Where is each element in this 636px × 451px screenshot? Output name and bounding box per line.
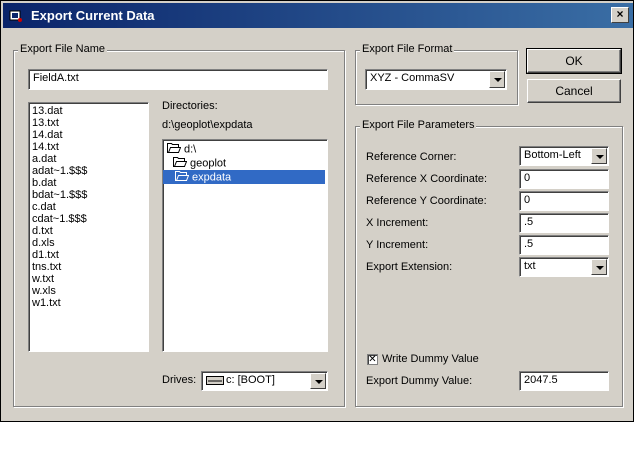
chevron-down-icon[interactable]	[489, 71, 505, 88]
reference-y-label: Reference Y Coordinate:	[366, 195, 487, 207]
directory-list[interactable]: d:\ geoplot expdata	[162, 139, 328, 352]
write-dummy-label[interactable]: Write Dummy Value	[382, 353, 479, 365]
reference-corner-select[interactable]: Bottom-Left	[519, 146, 609, 166]
export-extension-value: txt	[524, 260, 536, 272]
export-dialog: Export Current Data × Export File Name F…	[0, 0, 634, 422]
x-increment-label: X Increment:	[366, 217, 429, 229]
file-name-input[interactable]: FieldA.txt	[28, 69, 328, 90]
file-list-item[interactable]: w.txt	[29, 273, 148, 285]
format-select[interactable]: XYZ - CommaSV	[365, 69, 507, 90]
file-list-item[interactable]: w1.txt	[29, 297, 148, 309]
export-file-format-legend: Export File Format	[360, 43, 455, 55]
export-extension-select[interactable]: txt	[519, 257, 609, 277]
drives-label: Drives:	[162, 374, 197, 386]
file-list-item[interactable]: w.xls	[29, 285, 148, 297]
file-list-item[interactable]: d.txt	[29, 225, 148, 237]
y-increment-label: Y Increment:	[366, 239, 429, 251]
file-list[interactable]: 13.dat 13.txt 14.dat 14.txt a.dat adat~1.$$$ b…	[28, 102, 149, 352]
close-icon: ×	[616, 7, 624, 21]
export-extension-label: Export Extension:	[366, 261, 453, 273]
directory-item-label: d:\	[184, 143, 197, 156]
reference-corner-label: Reference Corner:	[366, 151, 457, 163]
chevron-down-icon[interactable]	[591, 259, 607, 275]
chevron-down-icon[interactable]	[310, 373, 326, 389]
file-list-item[interactable]: a.dat	[29, 153, 148, 165]
file-list-item[interactable]: c.dat	[29, 201, 148, 213]
y-increment-input[interactable]: .5	[519, 235, 609, 255]
close-button[interactable]: ×	[611, 7, 629, 23]
title-bar[interactable]: Export Current Data ×	[3, 3, 633, 28]
x-increment-input[interactable]: .5	[519, 213, 609, 233]
open-folder-icon	[173, 156, 188, 171]
file-list-item[interactable]: 14.dat	[29, 129, 148, 141]
write-dummy-checkbox[interactable]: ✕	[367, 354, 378, 365]
reference-x-label: Reference X Coordinate:	[366, 173, 488, 185]
reference-y-input[interactable]: 0	[519, 191, 609, 211]
app-icon	[9, 9, 23, 23]
directory-item-geoplot[interactable]: geoplot	[173, 156, 226, 170]
drive-icon	[206, 376, 224, 388]
directory-item-root[interactable]: d:\	[167, 142, 196, 156]
file-list-item[interactable]: 13.dat	[29, 105, 148, 117]
file-list-item[interactable]: adat~1.$$$	[29, 165, 148, 177]
drives-value: c: [BOOT]	[226, 374, 275, 386]
directory-item-label: expdata	[192, 171, 232, 184]
format-value: XYZ - CommaSV	[370, 72, 455, 84]
ok-button[interactable]: OK	[526, 48, 622, 74]
export-file-parameters-legend: Export File Parameters	[360, 119, 477, 131]
file-list-item[interactable]: d1.txt	[29, 249, 148, 261]
file-list-item[interactable]: 14.txt	[29, 141, 148, 153]
dummy-value-input[interactable]: 2047.5	[519, 371, 609, 391]
open-folder-icon	[167, 142, 182, 157]
file-list-item[interactable]: b.dat	[29, 177, 148, 189]
export-file-name-legend: Export File Name	[18, 43, 107, 55]
file-list-item[interactable]: tns.txt	[29, 261, 148, 273]
directory-item-expdata[interactable]: expdata	[163, 170, 325, 184]
file-list-item[interactable]: 13.txt	[29, 117, 148, 129]
file-list-item[interactable]: bdat~1.$$$	[29, 189, 148, 201]
directory-item-label: geoplot	[190, 157, 227, 170]
reference-corner-value: Bottom-Left	[524, 149, 581, 161]
chevron-down-icon[interactable]	[591, 148, 607, 164]
dummy-value-label: Export Dummy Value:	[366, 375, 473, 387]
reference-x-input[interactable]: 0	[519, 169, 609, 189]
file-list-item[interactable]: d.xls	[29, 237, 148, 249]
directories-label: Directories:	[162, 100, 218, 112]
cancel-button[interactable]: Cancel	[527, 79, 621, 103]
open-folder-icon	[175, 170, 190, 185]
window-title: Export Current Data	[31, 8, 155, 23]
current-path: d:\geoplot\expdata	[162, 119, 253, 131]
drives-select[interactable]: c: [BOOT]	[201, 371, 328, 391]
file-list-item[interactable]: cdat~1.$$$	[29, 213, 148, 225]
